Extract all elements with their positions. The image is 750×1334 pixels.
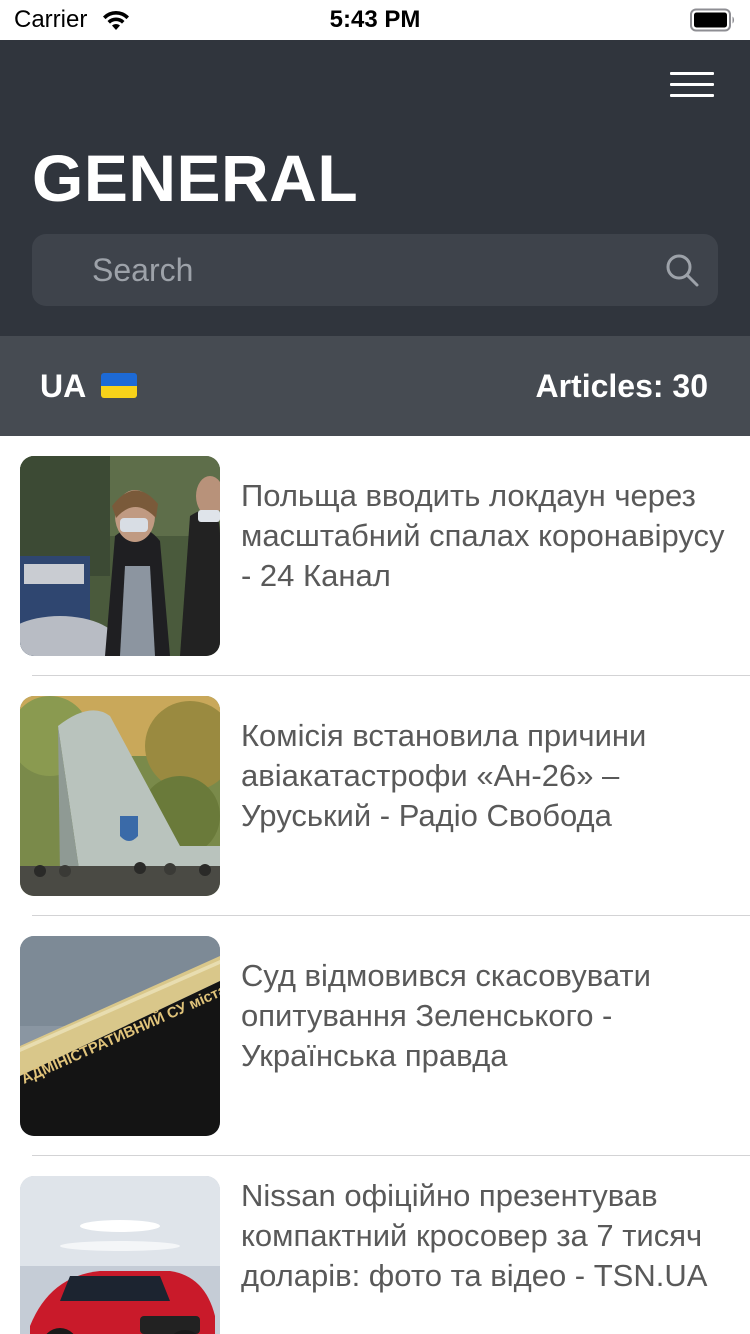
article-thumbnail: АДМІНІСТРАТИВНИЙ СУ міста Києва: [20, 936, 220, 1136]
article-row[interactable]: Комісія встановила причини авіакатастроф…: [0, 676, 750, 916]
article-row[interactable]: Nissan офіційно презентував компактний к…: [0, 1156, 750, 1334]
battery-icon: [690, 8, 735, 32]
article-title: Суд відмовився скасовувати опитування Зе…: [241, 958, 651, 1073]
an-26-plane-tail-photo: [20, 696, 220, 896]
article-row[interactable]: Польща вводить локдаун через масштабний …: [0, 436, 750, 676]
info-bar: UA Articles: 30: [0, 336, 750, 436]
article-title: Nissan офіційно презентував компактний к…: [241, 1178, 708, 1293]
search-icon[interactable]: [664, 252, 700, 288]
hamburger-menu-icon[interactable]: [670, 72, 714, 98]
clock: 5:43 PM: [329, 6, 421, 33]
country-code[interactable]: UA: [40, 368, 86, 405]
header: GENERAL: [0, 40, 750, 336]
article-thumbnail: [20, 1176, 220, 1334]
article-row[interactable]: АДМІНІСТРАТИВНИЙ СУ міста Києва Суд відм…: [0, 916, 750, 1156]
administrative-court-building-photo: АДМІНІСТРАТИВНИЙ СУ міста Києва: [20, 936, 220, 1136]
article-list[interactable]: Польща вводить локдаун через масштабний …: [0, 436, 750, 1334]
article-title: Комісія встановила причини авіакатастроф…: [241, 718, 647, 833]
article-thumbnail: [20, 456, 220, 656]
articles-count: Articles: 30: [535, 368, 708, 404]
page-title: GENERAL: [32, 141, 359, 215]
search-input[interactable]: [92, 234, 652, 306]
ukraine-flag-icon: [101, 373, 137, 398]
search-bar[interactable]: [32, 234, 718, 306]
people-in-masks-photo: [20, 456, 220, 656]
nissan-red-crossover-photo: [20, 1176, 220, 1334]
status-bar: Carrier 5:43 PM: [0, 0, 750, 40]
article-title: Польща вводить локдаун через масштабний …: [241, 478, 725, 593]
article-thumbnail: [20, 696, 220, 896]
